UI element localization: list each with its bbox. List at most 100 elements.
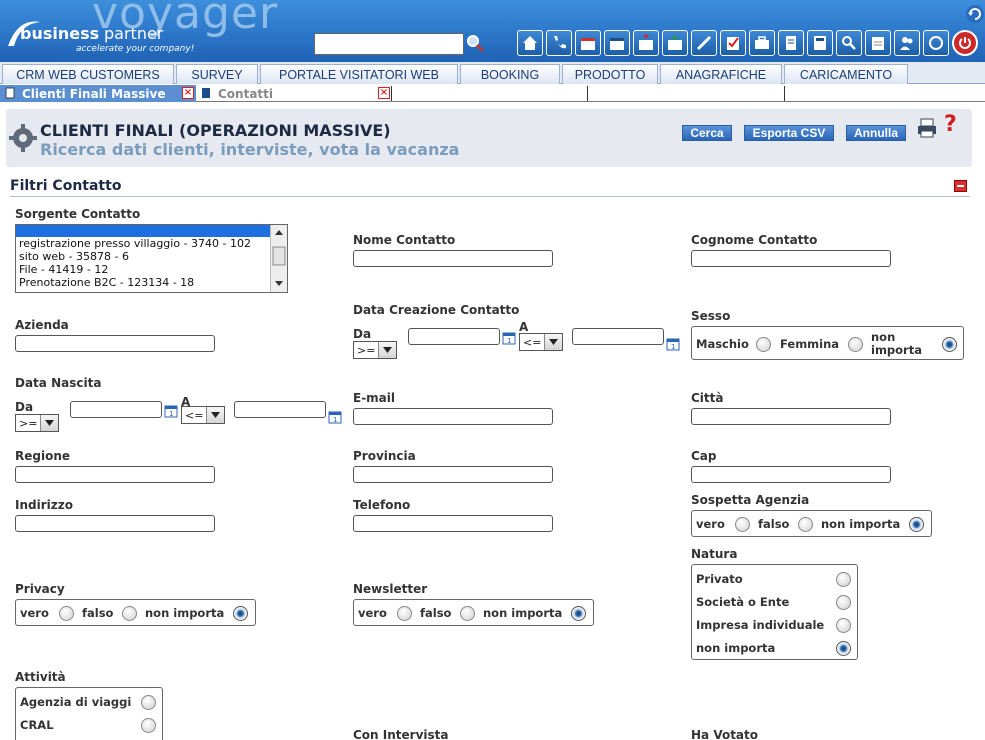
citta-input[interactable] [691, 408, 891, 425]
calendar-icon[interactable] [604, 30, 630, 56]
newsletter-non-importa-radio[interactable] [571, 606, 586, 621]
search-icon[interactable] [465, 33, 485, 53]
refresh-icon[interactable] [965, 4, 985, 24]
users-icon[interactable] [894, 30, 920, 56]
menu-crm-web-customers[interactable]: CRM WEB CUSTOMERS [2, 64, 174, 84]
menu-prodotto[interactable]: PRODOTTO [562, 64, 658, 84]
email-input[interactable] [353, 408, 553, 425]
power-icon[interactable] [952, 30, 978, 56]
collapse-section-icon[interactable] [954, 180, 967, 192]
data-creazione-a-operator[interactable]: <= [519, 333, 563, 351]
data-nascita-da-input[interactable] [70, 401, 162, 418]
help-icon[interactable]: ? [944, 112, 968, 137]
menu-portale-visitatori-web[interactable]: PORTALE VISITATORI WEB [260, 64, 458, 84]
natura-non-importa-radio[interactable] [836, 641, 851, 656]
logo-tagline: accelerate your company! [76, 44, 195, 54]
calendar-icon[interactable]: 1 [328, 410, 342, 424]
printer-icon[interactable] [916, 117, 938, 139]
tab-contatti[interactable]: Contatti [196, 85, 392, 102]
newsletter-falso-radio[interactable] [460, 606, 475, 621]
natura-societa-radio[interactable] [836, 595, 851, 610]
esporta-csv-button[interactable]: Esporta CSV [744, 125, 834, 141]
home-icon[interactable] [517, 30, 543, 56]
privacy-falso-radio[interactable] [122, 606, 137, 621]
attivita-agenzia-radio[interactable] [141, 695, 156, 710]
natura-privato-radio[interactable] [836, 572, 851, 587]
privacy-vero-radio[interactable] [59, 606, 74, 621]
menu-anagrafiche[interactable]: ANAGRAFICHE [660, 64, 782, 84]
document-icon[interactable] [778, 30, 804, 56]
azienda-label: Azienda [15, 318, 69, 332]
magnifier-icon[interactable] [836, 30, 862, 56]
tab-page-icon [202, 88, 210, 98]
data-nascita-label: Data Nascita [15, 376, 102, 390]
calendar-icon[interactable]: 1 [666, 337, 680, 351]
tab-clienti-finali-massive[interactable]: Clienti Finali Massive [0, 85, 196, 102]
filtri-contatto-heading: Filtri Contatto [10, 178, 122, 194]
data-creazione-a-input[interactable] [572, 328, 664, 345]
sospetta-non-importa-radio[interactable] [909, 517, 924, 532]
tab-divider [587, 86, 588, 101]
phone-icon[interactable] [546, 30, 572, 56]
annulla-button[interactable]: Annulla [846, 125, 906, 141]
data-creazione-da-input[interactable] [408, 328, 500, 345]
briefcase-icon[interactable] [749, 30, 775, 56]
edit-icon[interactable] [691, 30, 717, 56]
attivita-cral-radio[interactable] [141, 718, 156, 733]
list-item[interactable]: sito web - 35878 - 6 [16, 250, 287, 263]
indirizzo-input[interactable] [15, 515, 215, 532]
cognome-contatto-input[interactable] [691, 250, 891, 267]
newsletter-falso-label: falso [420, 606, 452, 620]
sesso-maschio-radio[interactable] [756, 337, 771, 352]
newsletter-vero-radio[interactable] [397, 606, 412, 621]
menu-survey[interactable]: SURVEY [176, 64, 258, 84]
calendar-icon[interactable]: 1 [164, 404, 178, 418]
data-nascita-a-operator[interactable]: <= [181, 406, 225, 424]
data-nascita-da-operator[interactable]: >= [15, 414, 59, 432]
data-creazione-da-label: Da [353, 327, 372, 341]
list-item-selected[interactable] [16, 225, 287, 237]
natura-impresa-radio[interactable] [836, 618, 851, 633]
mail-receive-icon[interactable] [633, 30, 659, 56]
telefono-input[interactable] [353, 515, 553, 532]
cerca-button[interactable]: Cerca [682, 125, 732, 141]
chevron-down-icon[interactable] [544, 334, 562, 350]
list-item[interactable]: registrazione presso villaggio - 3740 - … [16, 237, 287, 250]
privacy-non-importa-radio[interactable] [233, 606, 248, 621]
regione-input[interactable] [15, 466, 215, 483]
sospetta-vero-radio[interactable] [735, 517, 750, 532]
sesso-non-importa-radio[interactable] [942, 337, 957, 352]
data-creazione-da-operator[interactable]: >= [353, 341, 397, 359]
tab-page-icon [5, 87, 15, 99]
attivita-label: Attività [15, 670, 66, 684]
global-search-input[interactable] [314, 33, 464, 55]
menu-caricamento[interactable]: CARICAMENTO [784, 64, 908, 84]
list-item[interactable]: File - 41419 - 12 [16, 263, 287, 276]
close-tab-icon[interactable]: × [182, 87, 194, 99]
calculator-icon[interactable] [807, 30, 833, 56]
sorgente-contatto-listbox[interactable]: registrazione presso villaggio - 3740 - … [15, 224, 288, 293]
chevron-down-icon[interactable] [40, 415, 58, 431]
tasks-icon[interactable] [720, 30, 746, 56]
svg-text:1: 1 [507, 337, 511, 345]
mail-send-icon[interactable] [662, 30, 688, 56]
chevron-down-icon[interactable] [378, 342, 396, 358]
menu-booking[interactable]: BOOKING [460, 64, 560, 84]
close-tab-icon[interactable]: × [378, 87, 390, 99]
tab-label: Clienti Finali Massive [22, 86, 166, 101]
chevron-down-icon[interactable] [206, 407, 224, 423]
provincia-input[interactable] [353, 466, 553, 483]
calendar-icon[interactable]: 1 [502, 331, 516, 345]
sospetta-falso-radio[interactable] [798, 517, 813, 532]
listbox-scrollbar[interactable] [270, 225, 287, 292]
nome-contatto-input[interactable] [353, 250, 553, 267]
sesso-femmina-radio[interactable] [848, 337, 863, 352]
data-nascita-a-input[interactable] [234, 401, 326, 418]
cap-input[interactable] [691, 466, 891, 483]
list-item[interactable]: Prenotazione B2C - 123134 - 18 [16, 276, 287, 289]
regione-label: Regione [15, 449, 71, 463]
notes-icon[interactable] [865, 30, 891, 56]
browser-icon[interactable] [923, 30, 949, 56]
calendar-add-icon[interactable] [575, 30, 601, 56]
azienda-input[interactable] [15, 335, 215, 352]
